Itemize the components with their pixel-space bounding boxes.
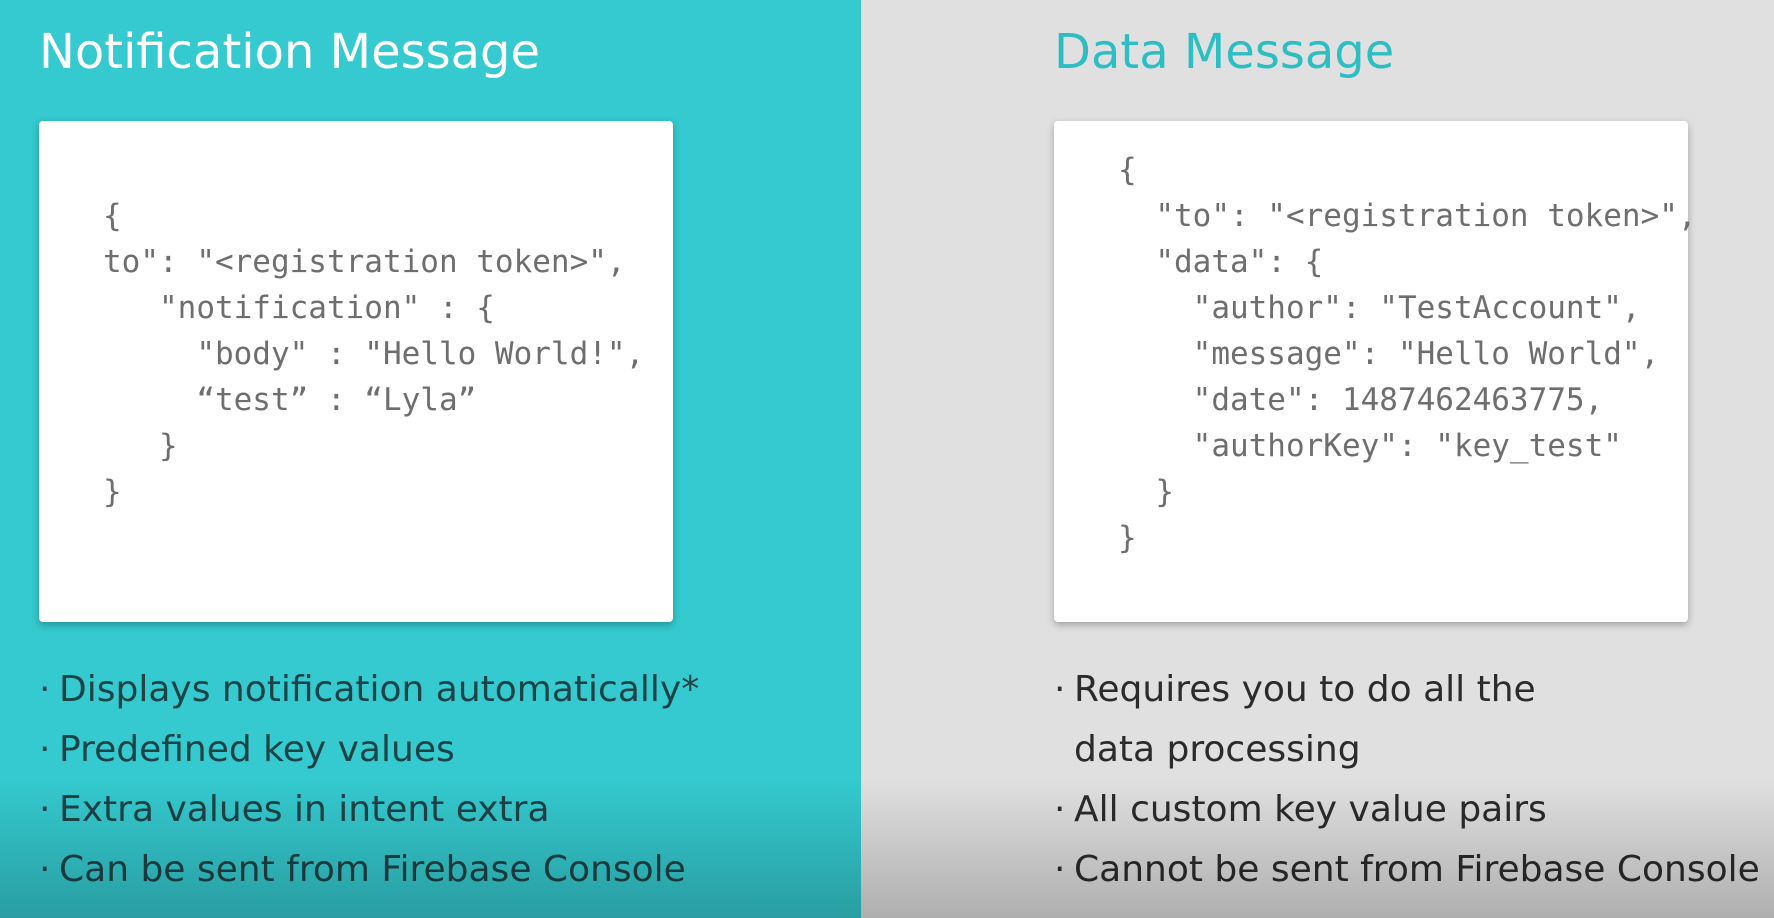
code-line: }	[103, 428, 178, 464]
code-line: {	[1118, 152, 1137, 188]
notification-features-list: Displays notification automatically* Pre…	[39, 660, 699, 900]
code-line: "authorKey": "key_test"	[1118, 428, 1622, 464]
code-line: "notification" : {	[103, 290, 495, 326]
code-line: "date": 1487462463775,	[1118, 382, 1604, 418]
code-line: “test” : “Lyla”	[103, 382, 477, 418]
list-item-continuation: data processing	[1074, 729, 1361, 770]
list-item: Can be sent from Firebase Console	[39, 840, 699, 900]
code-line: "message": "Hello World",	[1118, 336, 1660, 372]
data-code-card: { "to": "<registration token>", "data": …	[1054, 121, 1697, 622]
code-line: "data": {	[1118, 244, 1324, 280]
list-item: Cannot be sent from Firebase Console	[1054, 840, 1760, 900]
data-message-title: Data Message	[1054, 24, 1395, 80]
code-line: {	[103, 198, 122, 234]
data-features-list: Requires you to do all the data processi…	[1054, 660, 1760, 900]
notification-code-card: { to": "<registration token>", "notifica…	[39, 121, 673, 622]
code-line: "to": "<registration token>",	[1118, 198, 1697, 234]
code-line: to": "<registration token>",	[103, 244, 626, 280]
list-item: Extra values in intent extra	[39, 780, 699, 840]
code-line: }	[1118, 474, 1174, 510]
data-message-panel: Data Message { "to": "<registration toke…	[861, 0, 1774, 918]
code-line: "author": "TestAccount",	[1118, 290, 1641, 326]
code-line: }	[103, 474, 122, 510]
notification-message-panel: Notification Message { to": "<registrati…	[0, 0, 861, 918]
list-item: Predefined key values	[39, 720, 699, 780]
code-line: }	[1118, 520, 1137, 556]
code-line: "body" : "Hello World!",	[103, 336, 645, 372]
list-item: Displays notification automatically*	[39, 660, 699, 720]
list-item: All custom key value pairs	[1054, 780, 1760, 840]
notification-message-title: Notification Message	[39, 24, 541, 80]
list-item: Requires you to do all the	[1054, 660, 1760, 720]
